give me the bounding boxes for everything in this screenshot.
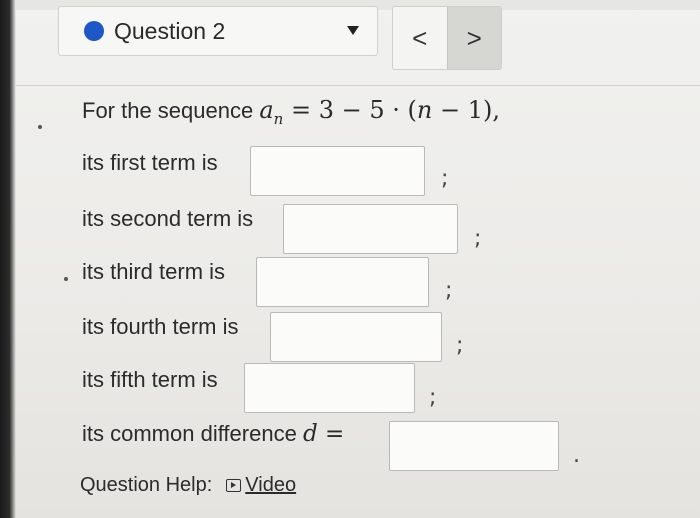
video-link[interactable]: Video (245, 474, 296, 497)
margin-mark (64, 277, 68, 281)
equals-sign: = (324, 421, 345, 447)
third-term-separator: ; (445, 278, 453, 303)
question-selector[interactable]: Question 2 (58, 6, 378, 56)
problem-statement: For the sequence an = 3 − 5 · (n − 1), (82, 96, 500, 128)
fourth-term-separator: ; (456, 333, 464, 358)
formula-tail: − 1), (432, 96, 500, 124)
common-difference-input[interactable] (389, 421, 559, 471)
common-difference-var: d (302, 421, 318, 447)
chevron-left-icon: < (412, 22, 428, 53)
fifth-term-label: its fifth term is (82, 367, 218, 392)
formula-var-n: n (416, 96, 433, 124)
problem-intro: For the sequence (82, 98, 254, 123)
formula-var-a: a (259, 96, 274, 124)
second-term-input[interactable] (283, 204, 458, 254)
status-dot-icon (84, 21, 104, 41)
question-help-label: Question Help: (80, 474, 213, 496)
third-term-input[interactable] (256, 257, 429, 307)
header-divider (16, 85, 700, 86)
fifth-term-separator: ; (429, 385, 437, 410)
second-term-label: its second term is (82, 206, 254, 231)
prev-question-button[interactable]: < (393, 7, 447, 69)
fourth-term-label: its fourth term is (82, 314, 239, 339)
second-term-separator: ; (474, 226, 482, 251)
question-nav: < > (392, 6, 502, 70)
fifth-term-input[interactable] (244, 363, 415, 413)
fourth-term-input[interactable] (270, 312, 442, 362)
caret-down-icon (347, 26, 359, 35)
third-term-label: its third term is (82, 259, 226, 284)
screen-edge (0, 0, 16, 518)
question-help: Question Help: Video (80, 474, 296, 497)
first-term-separator: ; (441, 166, 449, 191)
formula-subscript: n (273, 109, 284, 128)
first-term-label: its first term is (82, 150, 218, 175)
common-difference-end: . (573, 443, 580, 468)
formula-rhs: = 3 − 5 · ( (290, 96, 417, 124)
next-question-button[interactable]: > (446, 7, 501, 69)
question-label: Question 2 (114, 17, 226, 44)
common-difference-text: its common difference (82, 421, 297, 446)
first-term-input[interactable] (250, 146, 425, 196)
margin-mark (38, 125, 42, 129)
play-icon[interactable] (226, 479, 242, 492)
sequence-formula: an = 3 − 5 · (n − 1), (259, 96, 500, 128)
chevron-right-icon: > (466, 22, 482, 53)
common-difference-label: its common difference d = (82, 421, 344, 447)
